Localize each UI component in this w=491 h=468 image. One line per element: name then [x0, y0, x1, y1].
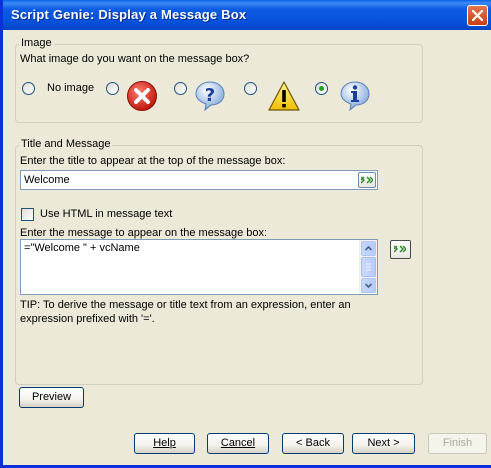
close-button[interactable] [467, 5, 488, 26]
image-group-title: Image [19, 37, 54, 49]
image-prompt: What image do you want on the message bo… [20, 53, 250, 65]
expression-icon [361, 176, 373, 184]
close-icon [472, 10, 483, 21]
title-bar[interactable]: Script Genie: Display a Message Box [3, 0, 491, 30]
no-image-label: No image [47, 82, 95, 94]
radio-no-image[interactable] [22, 82, 35, 95]
message-scrollbar[interactable] [359, 240, 377, 294]
help-button-label: Help [153, 437, 176, 449]
title-expression-button[interactable] [358, 172, 376, 188]
scroll-thumb[interactable] [361, 257, 376, 277]
radio-error-image[interactable] [106, 82, 119, 95]
information-icon [340, 81, 370, 112]
message-textarea-value: ="Welcome " + vcName [24, 242, 140, 254]
title-input[interactable]: Welcome [20, 170, 378, 190]
message-textarea[interactable]: ="Welcome " + vcName [20, 239, 378, 295]
scroll-up-button[interactable] [361, 241, 376, 256]
question-icon: ? [195, 81, 225, 112]
tip-text: TIP: To derive the message or title text… [20, 299, 351, 325]
scroll-down-button[interactable] [361, 278, 376, 293]
svg-text:?: ? [205, 85, 215, 106]
expression-icon [394, 245, 406, 253]
finish-button[interactable]: Finish [428, 433, 487, 454]
use-html-checkbox[interactable] [21, 208, 34, 221]
grip-icon [366, 263, 371, 271]
back-button-label: < Back [296, 437, 330, 449]
title-input-value: Welcome [24, 174, 70, 186]
cancel-button-label: Cancel [220, 437, 256, 449]
finish-button-label: Finish [442, 437, 473, 449]
title-prompt: Enter the title to appear at the top of … [20, 155, 286, 167]
message-expression-button[interactable] [390, 240, 411, 259]
warning-icon [268, 81, 300, 111]
use-html-label: Use HTML in message text [40, 208, 173, 220]
radio-information-image[interactable] [315, 82, 328, 95]
error-icon [127, 81, 157, 111]
cancel-button[interactable]: Cancel [207, 433, 269, 454]
chevron-up-icon [364, 245, 373, 251]
chevron-down-icon [364, 283, 373, 289]
window-title: Script Genie: Display a Message Box [11, 7, 247, 22]
preview-button[interactable]: Preview [19, 387, 84, 408]
back-button[interactable]: < Back [282, 433, 344, 454]
radio-question-image[interactable] [174, 82, 187, 95]
title-message-group-title: Title and Message [19, 138, 113, 150]
dialog-body: Image What image do you want on the mess… [6, 30, 491, 465]
dialog-window: Script Genie: Display a Message Box Imag… [0, 0, 491, 468]
message-prompt: Enter the message to appear on the messa… [20, 227, 268, 239]
radio-warning-image[interactable] [244, 82, 257, 95]
next-button[interactable]: Next > [352, 433, 415, 454]
next-button-label: Next > [367, 437, 400, 449]
help-button[interactable]: Help [134, 433, 195, 454]
